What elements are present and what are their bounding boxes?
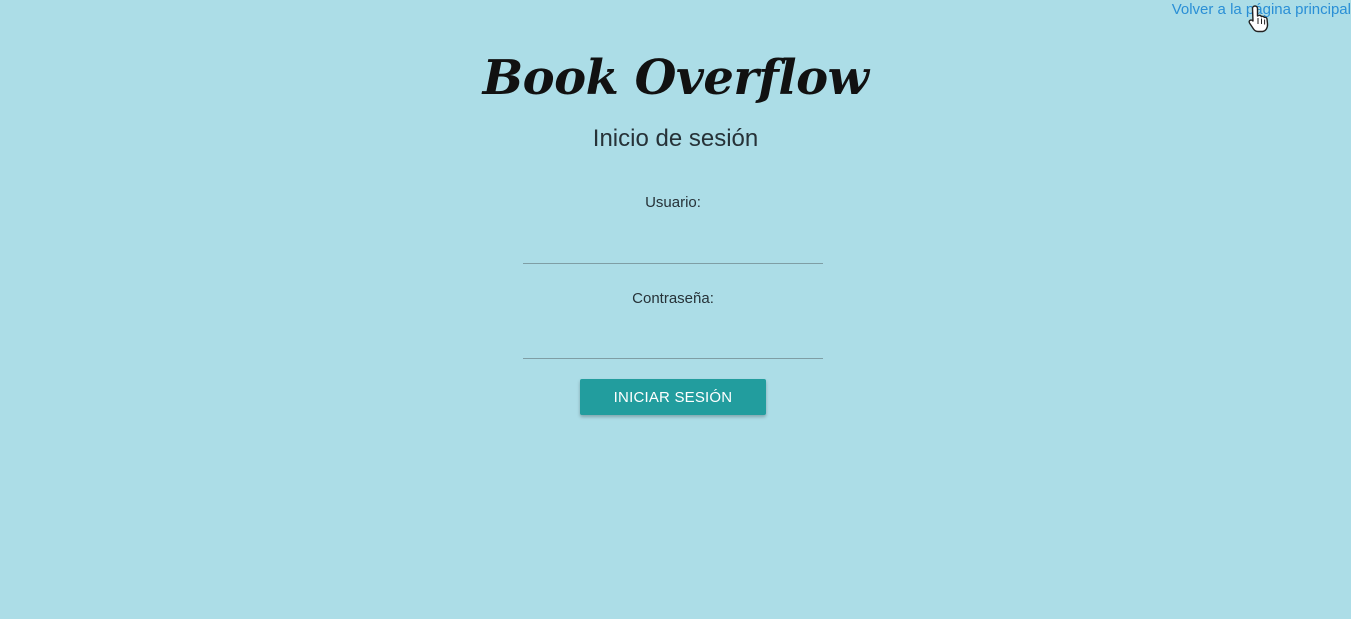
site-logo-title: Book Overflow (482, 50, 869, 106)
username-label: Usuario: (645, 194, 701, 211)
username-field[interactable] (523, 233, 823, 264)
hand-pointer-icon (1248, 5, 1269, 33)
password-label: Contraseña: (632, 290, 714, 307)
page-title: Inicio de sesión (592, 125, 759, 152)
login-submit-button[interactable]: INICIAR SESIÓN (580, 379, 766, 415)
login-page: Volver a la página principal Book Overfl… (0, 0, 1351, 619)
password-field[interactable] (523, 328, 823, 359)
